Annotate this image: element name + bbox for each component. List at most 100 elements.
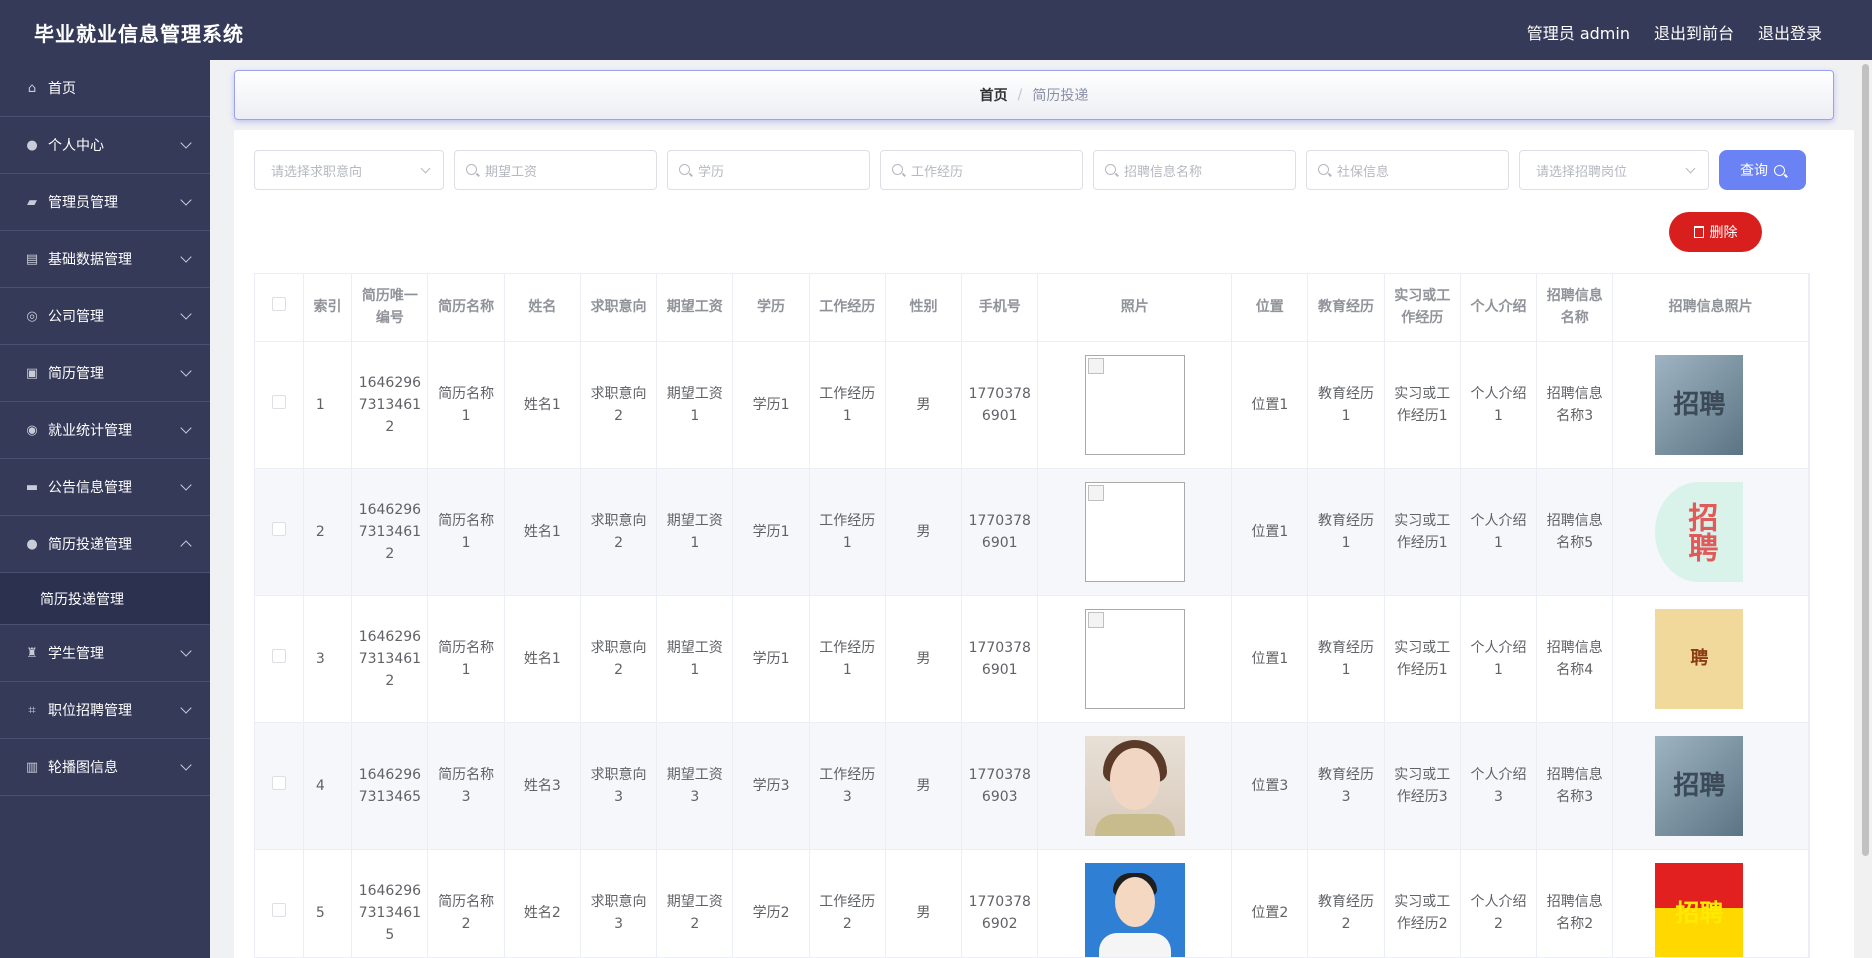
page-scrollbar[interactable] <box>1860 60 1872 958</box>
table-cell: 工作经历1 <box>809 595 886 723</box>
sidebar-item-personal-center[interactable]: ● 个人中心 <box>0 117 210 174</box>
table-row[interactable]: 5 16462967313461 5 简历名称2 姓名2 求职意向3 期望工资2 学历2 工作… <box>255 849 1809 957</box>
experience-placeholder: 工作经历 <box>911 164 964 180</box>
table-cell: 学历1 <box>732 595 810 723</box>
sidebar-item-home[interactable]: ⌂ 首页 <box>0 60 210 117</box>
crop-icon: ⌗ <box>28 702 36 718</box>
table-row[interactable]: 2 16462967313461 2 简历名称1 姓名1 求职意向2 期望工资1 学历1 工作… <box>255 468 1809 596</box>
experience-input[interactable]: 工作经历 <box>880 150 1083 190</box>
table-cell: 男 <box>885 468 963 596</box>
sidebar-item-label: 就业统计管理 <box>48 423 132 439</box>
table-cell: 简历名称1 <box>427 595 505 723</box>
row-checkbox[interactable] <box>271 775 286 790</box>
query-label: 查询 <box>1740 163 1768 179</box>
table-cell: 学历2 <box>732 849 810 957</box>
table-cell: 招聘信息名称2 <box>1536 849 1614 957</box>
select-all-checkbox[interactable] <box>271 297 286 312</box>
trophy-icon: ♜ <box>26 645 38 661</box>
table-row[interactable]: 4 16462967313465 简历名称3 姓名3 求职意向3 期望工资3 学历3 工作经历… <box>255 722 1809 850</box>
sidebar-item-label: 首页 <box>48 81 76 97</box>
table-cell: 姓名1 <box>504 468 581 596</box>
job-intent-select[interactable]: 请选择求职意向 <box>254 150 444 190</box>
table-cell: 期望工资1 <box>656 468 734 596</box>
sidebar-item-resume-delivery[interactable]: ● 简历投递管理 <box>0 516 210 573</box>
chevron-down-icon <box>180 308 192 320</box>
breadcrumb-separator: / <box>1017 87 1023 103</box>
select-all-cell <box>255 274 304 342</box>
logout-link[interactable]: 退出登录 <box>1758 20 1822 44</box>
sidebar-item-employment-stats[interactable]: ◉ 就业统计管理 <box>0 402 210 459</box>
row-checkbox[interactable] <box>271 521 286 536</box>
table-row[interactable]: 3 16462967313461 2 简历名称1 姓名1 求职意向2 期望工资1 学历1 工作… <box>255 595 1809 723</box>
row-checkbox[interactable] <box>271 648 286 663</box>
column-header: 求职意向 <box>580 274 658 342</box>
search-icon <box>1318 164 1329 175</box>
breadcrumb-home[interactable]: 首页 <box>980 85 1008 105</box>
table-cell: 17703786903 <box>961 722 1039 850</box>
sidebar-item-admin-management[interactable]: ▰ 管理员管理 <box>0 174 210 231</box>
sidebar-subitem-resume-delivery[interactable]: 简历投递管理 <box>0 573 210 625</box>
table-cell: 男 <box>885 722 963 850</box>
clipboard-icon: ▤ <box>25 251 39 267</box>
sidebar-item-label: 学生管理 <box>48 646 104 662</box>
scrollbar-thumb[interactable] <box>1862 64 1869 856</box>
row-checkbox[interactable] <box>271 902 286 917</box>
photo-cell <box>1037 341 1233 469</box>
admin-label[interactable]: 管理员 admin <box>1527 20 1630 44</box>
column-header: 照片 <box>1037 274 1233 342</box>
position-select[interactable]: 请选择招聘岗位 <box>1519 150 1709 190</box>
table-cell: 期望工资1 <box>656 341 734 469</box>
table-cell: 学历1 <box>732 468 810 596</box>
chevron-down-icon <box>180 759 192 771</box>
table-cell: 教育经历1 <box>1307 468 1385 596</box>
table-cell: 17703786901 <box>961 468 1039 596</box>
row-select-cell <box>255 849 304 957</box>
sidebar-item-company[interactable]: ◎ 公司管理 <box>0 288 210 345</box>
sidebar-item-label: 个人中心 <box>48 138 104 154</box>
table-cell: 实习或工作经历1 <box>1384 341 1461 469</box>
chevron-down-icon <box>180 422 192 434</box>
row-checkbox[interactable] <box>271 394 286 409</box>
sidebar-item-announcements[interactable]: ▬ 公告信息管理 <box>0 459 210 516</box>
table-cell: 3 <box>303 595 353 723</box>
search-icon <box>679 164 690 175</box>
table-cell: 姓名1 <box>504 595 581 723</box>
data-table: 索引 简历唯一编号 简历名称 姓名 求职意向 期望工资 学历 工作经历 性别 手… <box>254 273 1810 958</box>
sidebar-item-label: 公告信息管理 <box>48 480 132 496</box>
table-cell: 姓名2 <box>504 849 581 957</box>
sidebar-item-label: 管理员管理 <box>48 195 118 211</box>
sidebar-item-carousel[interactable]: ▥ 轮播图信息 <box>0 739 210 796</box>
table-cell: 实习或工作经历3 <box>1384 722 1461 850</box>
recruit-image: 招聘 <box>1655 735 1744 836</box>
sidebar-item-resume[interactable]: ▣ 简历管理 <box>0 345 210 402</box>
education-placeholder: 学历 <box>698 164 725 180</box>
sidebar-item-label: 轮播图信息 <box>48 760 118 776</box>
applicant-photo <box>1084 735 1185 836</box>
recruit-image: 聘 <box>1655 608 1744 709</box>
sidebar-item-label: 基础数据管理 <box>48 252 132 268</box>
sidebar-item-job-recruitment[interactable]: ⌗ 职位招聘管理 <box>0 682 210 739</box>
column-header: 教育经历 <box>1307 274 1385 342</box>
table-cell: 16462967313465 <box>351 722 429 850</box>
recruit-image-cell: 招聘 <box>1612 341 1809 469</box>
table-cell: 位置2 <box>1231 849 1309 957</box>
table-row[interactable]: 1 16462967313461 2 简历名称1 姓名1 求职意向2 期望工资1 学历1 工作… <box>255 341 1809 469</box>
recruit-image: 招聘 <box>1655 862 1744 957</box>
salary-input[interactable]: 期望工资 <box>454 150 657 190</box>
query-button[interactable]: 查询 <box>1719 150 1806 190</box>
column-header: 个人介绍 <box>1460 274 1538 342</box>
recruit-name-input[interactable]: 招聘信息名称 <box>1093 150 1296 190</box>
table-cell: 1 <box>303 341 353 469</box>
applicant-photo <box>1084 862 1185 957</box>
chevron-down-icon <box>180 645 192 657</box>
exit-to-front-link[interactable]: 退出到前台 <box>1654 20 1734 44</box>
education-input[interactable]: 学历 <box>667 150 870 190</box>
social-insurance-input[interactable]: 社保信息 <box>1306 150 1509 190</box>
table-cell: 求职意向3 <box>580 722 658 850</box>
compass-icon: ◎ <box>26 308 38 324</box>
sidebar-item-students[interactable]: ♜ 学生管理 <box>0 625 210 682</box>
delete-button[interactable]: 删除 <box>1669 212 1762 252</box>
sidebar-item-label: 简历管理 <box>48 366 104 382</box>
sidebar-item-basic-data[interactable]: ▤ 基础数据管理 <box>0 231 210 288</box>
column-header: 索引 <box>303 274 353 342</box>
